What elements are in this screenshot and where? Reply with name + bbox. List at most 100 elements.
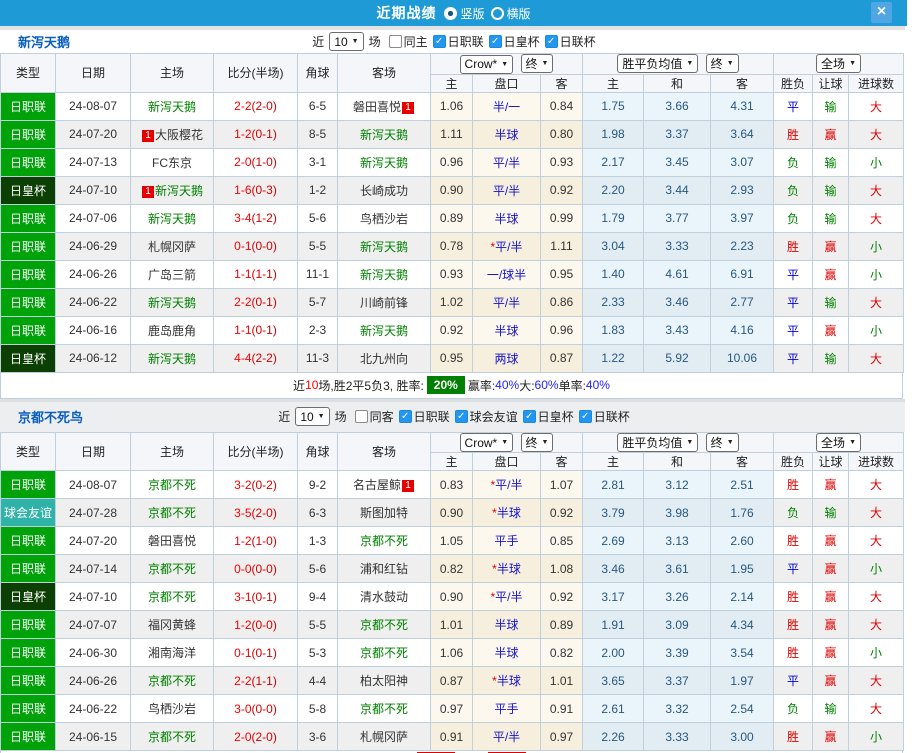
wdl-draw-odds: 3.32: [643, 694, 711, 723]
wdl-home-odds: 2.20: [582, 175, 644, 205]
bookmaker-select[interactable]: Crow* ▼: [459, 433, 514, 452]
col-crow-home: 主: [430, 452, 473, 471]
league-filter-checkbox[interactable]: ✓: [488, 35, 502, 48]
wdl-home-odds: 2.33: [582, 287, 644, 317]
final-odds-select[interactable]: 终 ▼: [705, 54, 739, 74]
competition-tag: 日职联: [0, 722, 56, 751]
same-venue-checkbox-label[interactable]: 同主: [404, 33, 428, 50]
away-team: 京都不死: [337, 610, 431, 639]
wdl-draw-odds: 3.33: [643, 231, 711, 261]
league-filter-checkbox[interactable]: ✓: [544, 35, 558, 48]
vertical-layout-label[interactable]: 竖版: [460, 5, 484, 22]
home-team-name: 湘南海洋: [147, 646, 196, 660]
away-team-name: 新泻天鹅: [359, 127, 408, 142]
match-count-select[interactable]: 10 ▼: [295, 407, 330, 426]
horizontal-layout-label[interactable]: 横版: [507, 5, 531, 22]
score-cell: 3-2(0-2): [213, 470, 298, 499]
full-match-select[interactable]: 全场 ▼: [816, 54, 861, 74]
close-icon[interactable]: ×: [871, 2, 892, 23]
final-odds-select[interactable]: 终 ▼: [520, 54, 554, 73]
competition-tag: 日职联: [0, 203, 56, 233]
halftime-score: (1-2): [251, 211, 277, 225]
wdl-home-odds: 2.26: [582, 722, 644, 751]
wdl-home-odds: 3.04: [582, 231, 644, 261]
match-count-select[interactable]: 10 ▼: [329, 32, 364, 51]
wdl-draw-odds: 3.98: [643, 498, 711, 527]
wdl-draw-odds: 5.92: [643, 343, 711, 373]
league-filter-checkbox-label[interactable]: 球会友谊: [470, 408, 518, 425]
wdl-draw-odds: 3.12: [643, 470, 711, 499]
result-cell: 平: [773, 666, 814, 695]
competition-tag: 日职联: [0, 119, 56, 149]
home-team-name: 新泻天鹅: [147, 99, 196, 114]
corner-cell: 3-1: [297, 147, 338, 177]
bookmaker-select[interactable]: Crow* ▼: [459, 54, 514, 74]
competition-tag: 日职联: [0, 259, 56, 289]
full-match-select[interactable]: 全场 ▼: [816, 432, 861, 452]
handicap-home-odds: 0.87: [430, 666, 473, 695]
final-odds-select[interactable]: 终 ▼: [705, 432, 739, 452]
away-team: 札幌冈萨: [337, 722, 431, 751]
handicap-result-cell: 赢: [812, 638, 850, 667]
team-title: 新泻天鹅: [18, 35, 71, 50]
handicap-away-odds: 0.92: [540, 175, 583, 205]
wdl-away-odds: 2.54: [709, 694, 775, 723]
score-cell: 4-4(2-2): [213, 343, 298, 373]
league-filter-checkbox-item: ✓ 日联杯: [544, 33, 596, 50]
score-cell: 3-4(1-2): [213, 203, 298, 233]
league-filter-checkbox-label[interactable]: 日职联: [414, 408, 450, 425]
score-cell: 1-2(0-1): [213, 119, 298, 149]
handicap-home-odds: 1.02: [430, 287, 473, 317]
date-cell: 24-07-14: [55, 554, 131, 583]
final-odds-select[interactable]: 终 ▼: [520, 432, 554, 452]
wdl-average-select[interactable]: 胜平负均值 ▼: [617, 432, 699, 452]
handicap-away-odds: 0.80: [540, 119, 583, 149]
corner-cell: 1-3: [297, 526, 338, 555]
handicap-home-odds: 0.95: [430, 343, 473, 373]
result-cell: 负: [773, 694, 814, 723]
result-cell: 平: [773, 91, 814, 121]
fulltime-score: 2-2: [234, 99, 252, 113]
horizontal-layout-radio[interactable]: [490, 6, 504, 20]
wdl-away-odds: 1.76: [709, 498, 775, 527]
league-filter-checkbox-label[interactable]: 日联杯: [560, 33, 596, 50]
vertical-layout-radio[interactable]: [444, 6, 458, 20]
handicap-away-odds: 1.07: [540, 470, 583, 499]
league-filter-checkbox[interactable]: ✓: [454, 410, 468, 423]
league-filter-checkbox[interactable]: ✓: [522, 410, 536, 423]
goals-result-cell: 小: [848, 638, 905, 667]
goals-result-cell: 小: [848, 554, 905, 583]
team-section-niigata: 新泻天鹅 近 10 ▼ 场同主 ✓ 日职联 ✓ 日皇杯 ✓ 日联杯 类型 日期 主场 比分(半场)…: [0, 26, 912, 399]
league-filter-checkbox[interactable]: ✓: [578, 410, 592, 423]
league-filter-checkbox-label[interactable]: 日职联: [448, 33, 484, 50]
home-team-name: 鸟栖沙岩: [147, 702, 196, 716]
league-filter-checkbox[interactable]: ✓: [432, 35, 446, 48]
league-filter-checkbox[interactable]: ✓: [398, 410, 412, 423]
wdl-average-select[interactable]: 胜平负均值 ▼: [617, 54, 699, 74]
same-venue-checkbox[interactable]: [354, 410, 368, 423]
league-filter-checkbox-label[interactable]: 日联杯: [594, 408, 630, 425]
corner-cell: 9-2: [297, 470, 338, 499]
same-venue-checkbox-label[interactable]: 同客: [370, 408, 394, 425]
date-cell: 24-07-20: [55, 526, 131, 555]
score-cell: 0-1(0-1): [213, 638, 298, 667]
goals-result-cell: 大: [848, 91, 905, 121]
corner-cell: 6-5: [297, 91, 338, 121]
titlebar: 近期战绩 竖版 横版 ×: [0, 0, 907, 26]
league-filter-checkbox-label[interactable]: 日皇杯: [504, 33, 540, 50]
handicap-result-cell: 赢: [812, 554, 850, 583]
col-handicap-result: 让球: [812, 73, 850, 93]
home-team-name: 鹿岛鹿角: [147, 323, 196, 338]
select-value: 10: [300, 409, 314, 424]
handicap-away-odds: 0.89: [540, 610, 583, 639]
league-filter-checkbox-label[interactable]: 日皇杯: [538, 408, 574, 425]
handicap-away-odds: 0.86: [540, 287, 583, 317]
home-team: 新泻天鹅: [130, 91, 214, 121]
same-venue-checkbox[interactable]: [388, 35, 402, 48]
group-result: 全场 ▼: [773, 431, 905, 453]
date-cell: 24-07-10: [55, 582, 131, 611]
red-card-badge: 1: [141, 129, 154, 142]
handicap-home-odds: 0.78: [430, 231, 473, 261]
away-team-name: 浦和红钻: [359, 562, 408, 576]
wdl-draw-odds: 3.44: [643, 175, 711, 205]
